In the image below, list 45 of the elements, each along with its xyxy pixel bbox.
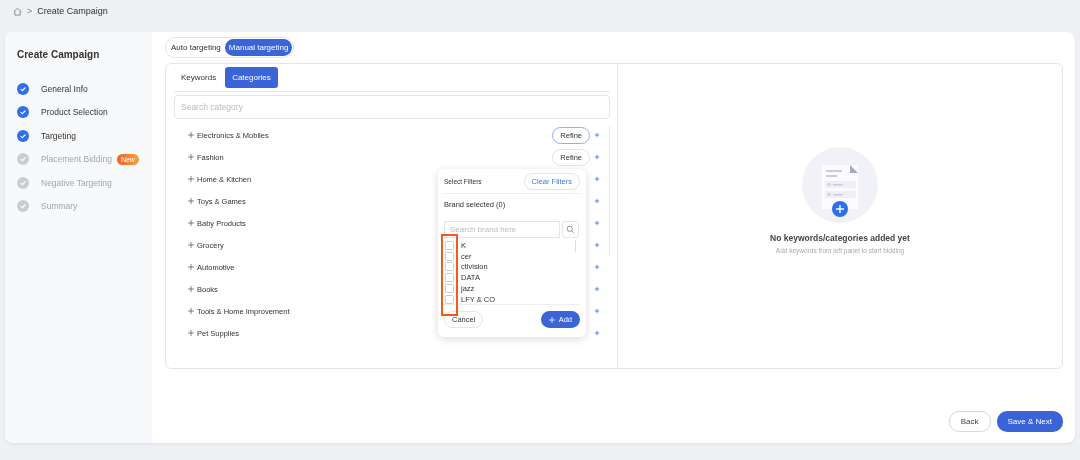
search-field[interactable]: Search category — [174, 95, 610, 119]
add-plus-icon[interactable] — [594, 198, 600, 204]
step-label[interactable]: Targeting — [41, 130, 76, 141]
add-plus-icon[interactable] — [594, 286, 600, 292]
expand-plus-icon[interactable] — [188, 198, 194, 204]
step-label[interactable]: General Info — [41, 83, 88, 94]
add-plus-icon[interactable] — [594, 242, 600, 248]
empty-state-title: No keywords/categories added yet — [770, 233, 910, 243]
breadcrumb-current: Create Campaign — [37, 6, 108, 16]
save-next-button[interactable]: Save & Next — [996, 411, 1063, 432]
search-icon[interactable] — [562, 221, 579, 238]
checkbox[interactable] — [445, 273, 454, 283]
sidebar-title: Create Campaign — [17, 49, 101, 60]
add-plus-icon[interactable] — [594, 308, 600, 314]
checkbox[interactable] — [445, 251, 454, 261]
scrollbar[interactable] — [575, 240, 576, 252]
brand-search-field[interactable]: Search brand here — [444, 221, 560, 238]
add-plus-icon[interactable] — [594, 264, 600, 270]
tab[interactable]: Categories — [225, 67, 278, 88]
step-label[interactable]: Product Selection — [41, 107, 108, 118]
add-plus-icon[interactable] — [594, 220, 600, 226]
checkbox[interactable] — [445, 294, 454, 304]
add-plus-icon[interactable] — [594, 176, 600, 182]
tab[interactable]: Keywords — [174, 67, 224, 88]
expand-plus-icon[interactable] — [188, 176, 194, 182]
checkbox[interactable] — [445, 240, 454, 250]
add-plus-icon[interactable] — [594, 132, 600, 138]
expand-plus-icon[interactable] — [188, 308, 194, 314]
add-plus-icon[interactable] — [594, 154, 600, 160]
expand-plus-icon[interactable] — [188, 132, 194, 138]
targeting-option[interactable]: Auto targeting — [167, 39, 225, 56]
expand-plus-icon[interactable] — [188, 154, 194, 160]
add-plus-icon[interactable] — [594, 330, 600, 336]
checkbox[interactable] — [445, 262, 454, 272]
expand-plus-icon[interactable] — [188, 242, 194, 248]
expand-plus-icon[interactable] — [188, 264, 194, 270]
back-button[interactable]: Back — [948, 411, 991, 432]
breadcrumb-separator: > — [27, 6, 33, 16]
checkbox[interactable] — [445, 284, 454, 294]
targeting-option[interactable]: Manual targeting — [224, 39, 293, 56]
expand-plus-icon[interactable] — [188, 220, 194, 226]
plus-icon — [548, 316, 555, 323]
expand-plus-icon[interactable] — [188, 286, 194, 292]
expand-plus-icon[interactable] — [188, 330, 194, 336]
home-icon[interactable] — [13, 6, 22, 16]
